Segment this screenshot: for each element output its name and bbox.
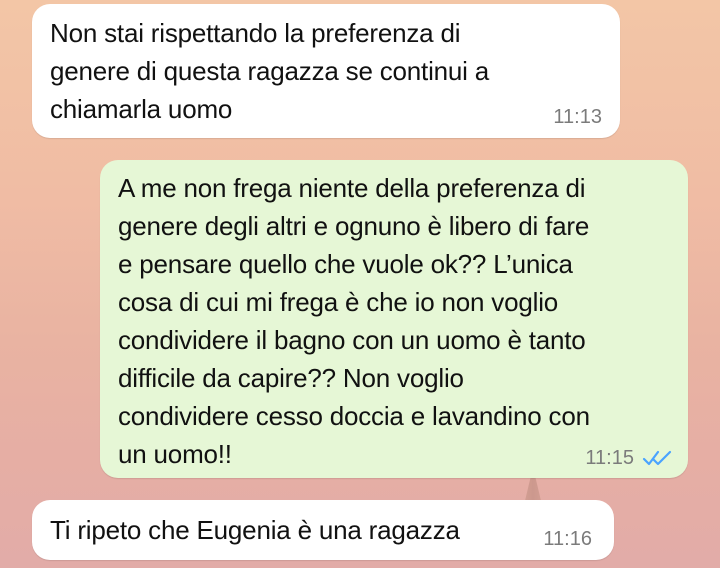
- message-text: Ti ripeto che Eugenia è una ragazza: [50, 515, 460, 545]
- message-time: 11:16: [543, 528, 592, 550]
- incoming-message-bubble[interactable]: Non stai rispettando la preferenza di ge…: [32, 4, 620, 138]
- message-text: A me non frega niente della preferenza d…: [118, 173, 590, 469]
- message-meta: 11:13: [553, 105, 602, 129]
- message-time: 11:15: [585, 447, 634, 469]
- double-check-icon: [642, 449, 672, 467]
- chat-thread: Non stai rispettando la preferenza di ge…: [0, 0, 720, 568]
- incoming-message-bubble[interactable]: Ti ripeto che Eugenia è una ragazza 11:1…: [32, 500, 614, 560]
- message-text: Non stai rispettando la preferenza di ge…: [50, 18, 490, 124]
- message-meta: 11:16: [543, 527, 592, 551]
- outgoing-message-bubble[interactable]: A me non frega niente della preferenza d…: [100, 160, 688, 478]
- message-meta: 11:15: [585, 446, 672, 470]
- message-time: 11:13: [553, 106, 602, 128]
